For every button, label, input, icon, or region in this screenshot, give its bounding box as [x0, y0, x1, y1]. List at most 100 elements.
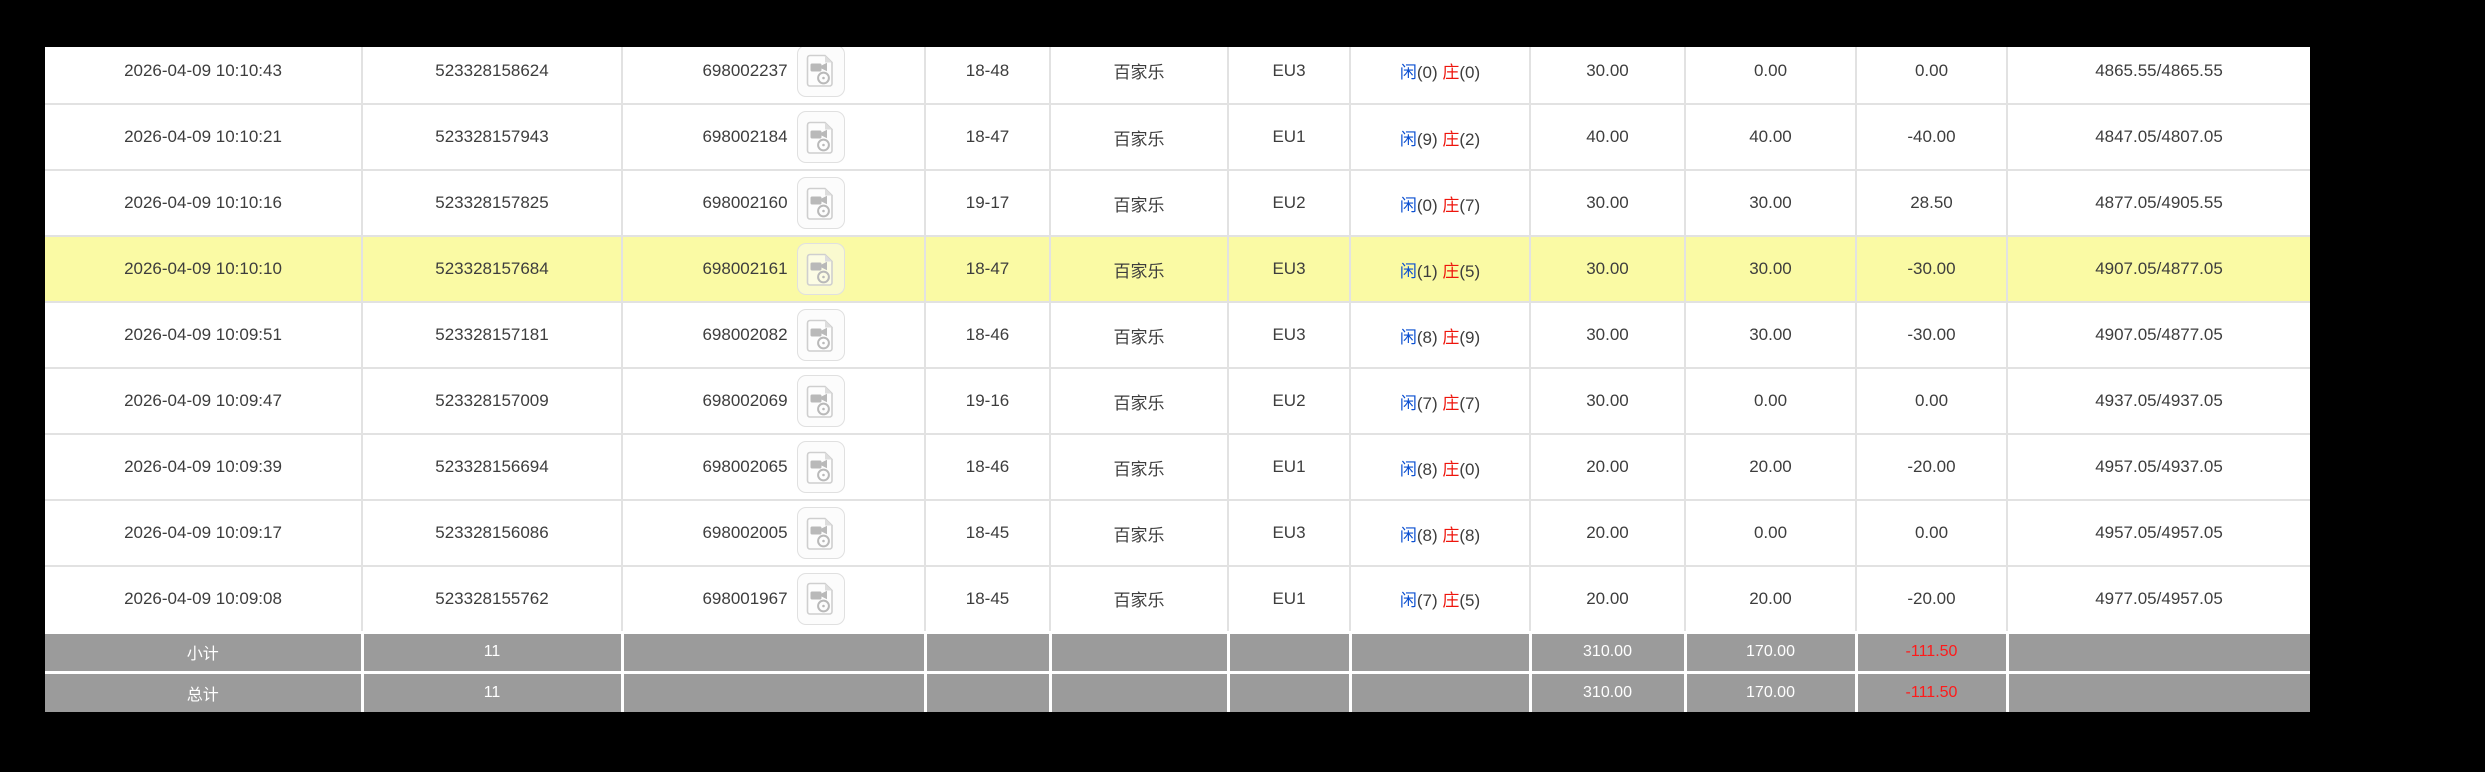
round-id-text: 698002005	[702, 523, 788, 542]
cell-game-name: 百家乐	[1049, 235, 1229, 303]
cell-bet-id: 523328157825	[361, 169, 623, 237]
cell-bet-id: 523328156694	[361, 433, 623, 501]
cell-bet-amount: 30.00	[1529, 235, 1686, 303]
empty-cell	[1348, 670, 1532, 714]
cell-result: 闲(8) 庄(9)	[1349, 301, 1531, 369]
cell-table-name: EU3	[1227, 47, 1351, 105]
video-file-icon	[806, 451, 833, 484]
record-row[interactable]: 2026-04-09 10:10:16 523328157825 698002160…	[45, 169, 2311, 237]
player-count: (7)	[1416, 591, 1443, 611]
cell-winloss: -30.00	[1855, 235, 2008, 303]
cell-valid-amount: 30.00	[1684, 235, 1857, 303]
banker-label: 庄	[1442, 459, 1460, 479]
total-row: 总计 11 310.00 170.00 -111.50	[45, 670, 2311, 714]
banker-label: 庄	[1442, 63, 1460, 82]
cell-result: 闲(1) 庄(5)	[1349, 235, 1531, 303]
record-row[interactable]: 2026-04-09 10:09:47 523328157009 698002069…	[45, 367, 2311, 435]
record-row[interactable]: 2026-04-09 10:09:08 523328155762 698001967…	[45, 565, 2311, 633]
cell-shoe-round: 19-16	[924, 367, 1051, 435]
player-count: (8)	[1416, 327, 1443, 347]
subtotal-bet: 310.00	[1528, 630, 1687, 674]
cell-shoe-round: 18-45	[924, 499, 1051, 567]
cell-shoe-round: 18-46	[924, 301, 1051, 369]
banker-count: (7)	[1459, 393, 1481, 413]
cell-bet-id: 523328157943	[361, 103, 623, 171]
record-row[interactable]: 2026-04-09 10:09:17 523328156086 698002005…	[45, 499, 2311, 567]
player-count: (0)	[1416, 195, 1443, 215]
player-count: (8)	[1416, 459, 1443, 479]
banker-count: (0)	[1459, 459, 1481, 479]
cell-balance: 4937.05/4937.05	[2006, 367, 2311, 435]
cell-game-name: 百家乐	[1049, 367, 1229, 435]
cell-valid-amount: 20.00	[1684, 433, 1857, 501]
video-file-icon	[806, 319, 833, 352]
records-footer: 小计 11 310.00 170.00 -111.50 总计 11 310.00…	[45, 630, 2311, 714]
record-row[interactable]: 2026-04-09 10:10:10 523328157684 698002161…	[45, 235, 2311, 303]
cell-bet-amount: 30.00	[1529, 169, 1686, 237]
cell-bet-id: 523328156086	[361, 499, 623, 567]
player-label: 闲	[1399, 393, 1417, 413]
cell-winloss: 0.00	[1855, 367, 2008, 435]
cell-bet-time: 2026-04-09 10:10:16	[45, 169, 363, 237]
round-id-with-video: 698002184	[702, 111, 845, 163]
cell-round-id: 698002160	[621, 169, 926, 237]
cell-balance: 4907.05/4877.05	[2006, 301, 2311, 369]
video-replay-button[interactable]	[796, 507, 845, 559]
cell-table-name: EU1	[1227, 565, 1351, 633]
subtotal-count: 11	[360, 630, 624, 674]
subtotal-row: 小计 11 310.00 170.00 -111.50	[45, 630, 2311, 674]
video-replay-button[interactable]	[796, 441, 845, 493]
cell-balance: 4907.05/4877.05	[2006, 235, 2311, 303]
cell-round-id: 698002082	[621, 301, 926, 369]
player-count: (9)	[1416, 129, 1443, 149]
banker-count: (8)	[1459, 525, 1481, 545]
cell-shoe-round: 18-48	[924, 47, 1051, 105]
video-replay-button[interactable]	[796, 111, 845, 163]
round-id-with-video: 698002065	[702, 441, 845, 493]
cell-bet-time: 2026-04-09 10:09:08	[45, 565, 363, 633]
round-id-with-video: 698002069	[702, 375, 845, 427]
round-id-text: 698002069	[702, 391, 788, 410]
video-replay-button[interactable]	[796, 177, 845, 229]
cell-balance: 4977.05/4957.05	[2006, 565, 2311, 633]
player-label: 闲	[1399, 591, 1417, 611]
banker-label: 庄	[1442, 591, 1460, 611]
cell-table-name: EU3	[1227, 499, 1351, 567]
cell-bet-time: 2026-04-09 10:10:21	[45, 103, 363, 171]
record-row[interactable]: 2026-04-09 10:10:21 523328157943 698002184…	[45, 103, 2311, 171]
record-row[interactable]: 2026-04-09 10:09:39 523328156694 698002065…	[45, 433, 2311, 501]
cell-round-id: 698002237	[621, 47, 926, 105]
round-id-text: 698002082	[702, 325, 788, 344]
player-label: 闲	[1399, 261, 1417, 281]
round-id-with-video: 698002082	[702, 309, 845, 361]
video-replay-button[interactable]	[796, 243, 845, 295]
video-replay-button[interactable]	[796, 572, 845, 625]
round-id-with-video: 698002005	[702, 507, 845, 559]
cell-result: 闲(9) 庄(2)	[1349, 103, 1531, 171]
banker-count: (2)	[1459, 129, 1481, 149]
cell-shoe-round: 18-47	[924, 103, 1051, 171]
cell-winloss: -40.00	[1855, 103, 2008, 171]
total-label: 总计	[45, 670, 364, 714]
cell-table-name: EU3	[1227, 301, 1351, 369]
banker-count: (7)	[1459, 195, 1481, 215]
video-file-icon	[806, 517, 833, 550]
record-row[interactable]: 2026-04-09 10:09:51 523328157181 698002082…	[45, 301, 2311, 369]
video-file-icon	[806, 187, 833, 220]
cell-bet-amount: 30.00	[1529, 301, 1686, 369]
banker-label: 庄	[1442, 525, 1460, 545]
record-row[interactable]: 2026-04-09 10:10:43 523328158624 698002237…	[45, 47, 2311, 105]
cell-game-name: 百家乐	[1049, 433, 1229, 501]
video-replay-button[interactable]	[796, 47, 845, 97]
records-body: 2026-04-09 10:10:43 523328158624 698002237…	[45, 47, 2311, 633]
cell-round-id: 698001967	[621, 565, 926, 633]
cell-bet-amount: 20.00	[1529, 433, 1686, 501]
video-replay-button[interactable]	[796, 309, 845, 361]
cell-bet-time: 2026-04-09 10:10:43	[45, 47, 363, 105]
player-count: (8)	[1416, 525, 1443, 545]
empty-cell	[1048, 670, 1230, 714]
empty-cell	[923, 630, 1052, 674]
video-replay-button[interactable]	[796, 375, 845, 427]
empty-cell	[620, 630, 927, 674]
subtotal-label: 小计	[45, 630, 364, 674]
